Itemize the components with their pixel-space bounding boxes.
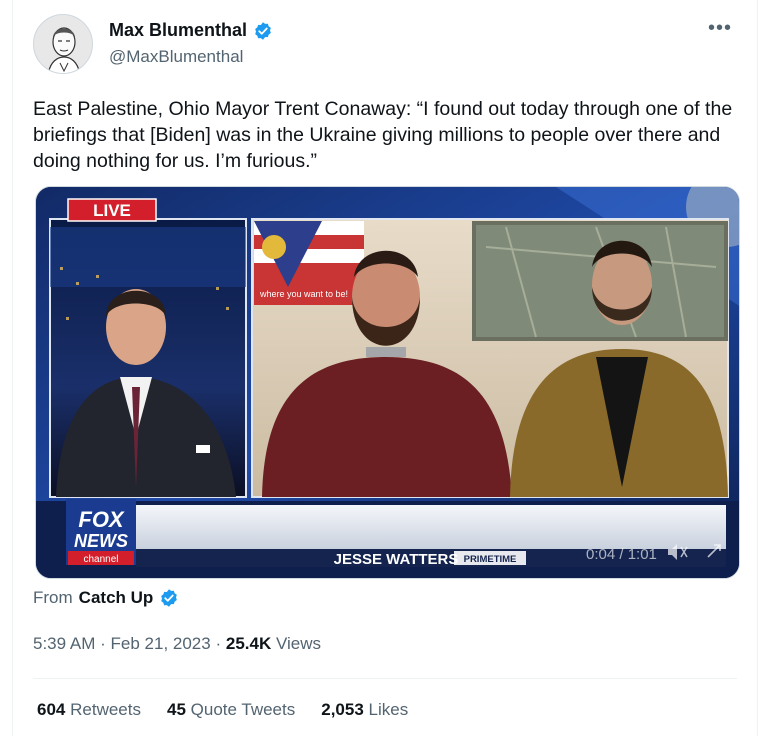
author-handle[interactable]: @MaxBlumenthal [109,47,273,67]
avatar[interactable] [33,14,93,74]
likes-label: Likes [368,700,409,719]
tweet-time[interactable]: 5:39 AM [33,634,95,653]
source-prefix: From [33,588,73,607]
fox-logo-line3: channel [83,554,118,565]
divider [33,678,737,679]
author-display-name[interactable]: Max Blumenthal [109,20,247,41]
video-frame: where you want to be! LIVE FOX NEWS chan… [36,187,739,578]
tweet-date[interactable]: Feb 21, 2023 [111,634,211,653]
engagement-stats: 604 Retweets 45 Quote Tweets 2,053 Likes [37,700,408,720]
likes-stat[interactable]: 2,053 Likes [321,700,408,720]
source-name[interactable]: Catch Up [79,588,154,608]
retweets-label: Retweets [70,700,141,719]
video-time: 0:04 / 1:01 [586,546,657,563]
show-suffix: PRIMETIME [464,554,517,565]
verified-badge-icon [255,21,271,40]
meta-separator: · [100,634,106,653]
fox-logo-line2: NEWS [74,531,128,551]
tweet-meta: 5:39 AM · Feb 21, 2023 · 25.4K Views [33,634,321,654]
fox-logo-line1: FOX [78,507,125,532]
author-block: Max Blumenthal @MaxBlumenthal [109,20,273,67]
likes-count: 2,053 [321,700,364,719]
quotes-count: 45 [166,700,186,719]
tweet-text: East Palestine, Ohio Mayor Trent Conaway… [33,98,733,172]
more-options-icon[interactable]: ••• [703,18,737,42]
quotes-label: Quote Tweets [190,700,296,719]
flag-text: where you want to be! [259,289,348,299]
source-line: From Catch Up [33,588,179,608]
source-verified-badge-icon [161,589,178,607]
retweets-count: 604 [37,700,66,719]
tweet-card: Max Blumenthal @MaxBlumenthal ••• East P… [12,0,758,736]
views-label: Views [275,634,322,653]
video-player[interactable]: where you want to be! LIVE FOX NEWS chan… [35,186,740,579]
retweets-stat[interactable]: 604 Retweets [37,700,141,720]
tweet-header: Max Blumenthal @MaxBlumenthal ••• [33,14,737,76]
avatar-sketch-icon [34,15,92,73]
live-badge: LIVE [93,201,131,220]
show-name: JESSE WATTERS [334,551,459,568]
quote-tweets-stat[interactable]: 45 Quote Tweets [167,700,295,720]
meta-separator-2: · [215,634,222,653]
views-count: 25.4K [225,634,272,653]
